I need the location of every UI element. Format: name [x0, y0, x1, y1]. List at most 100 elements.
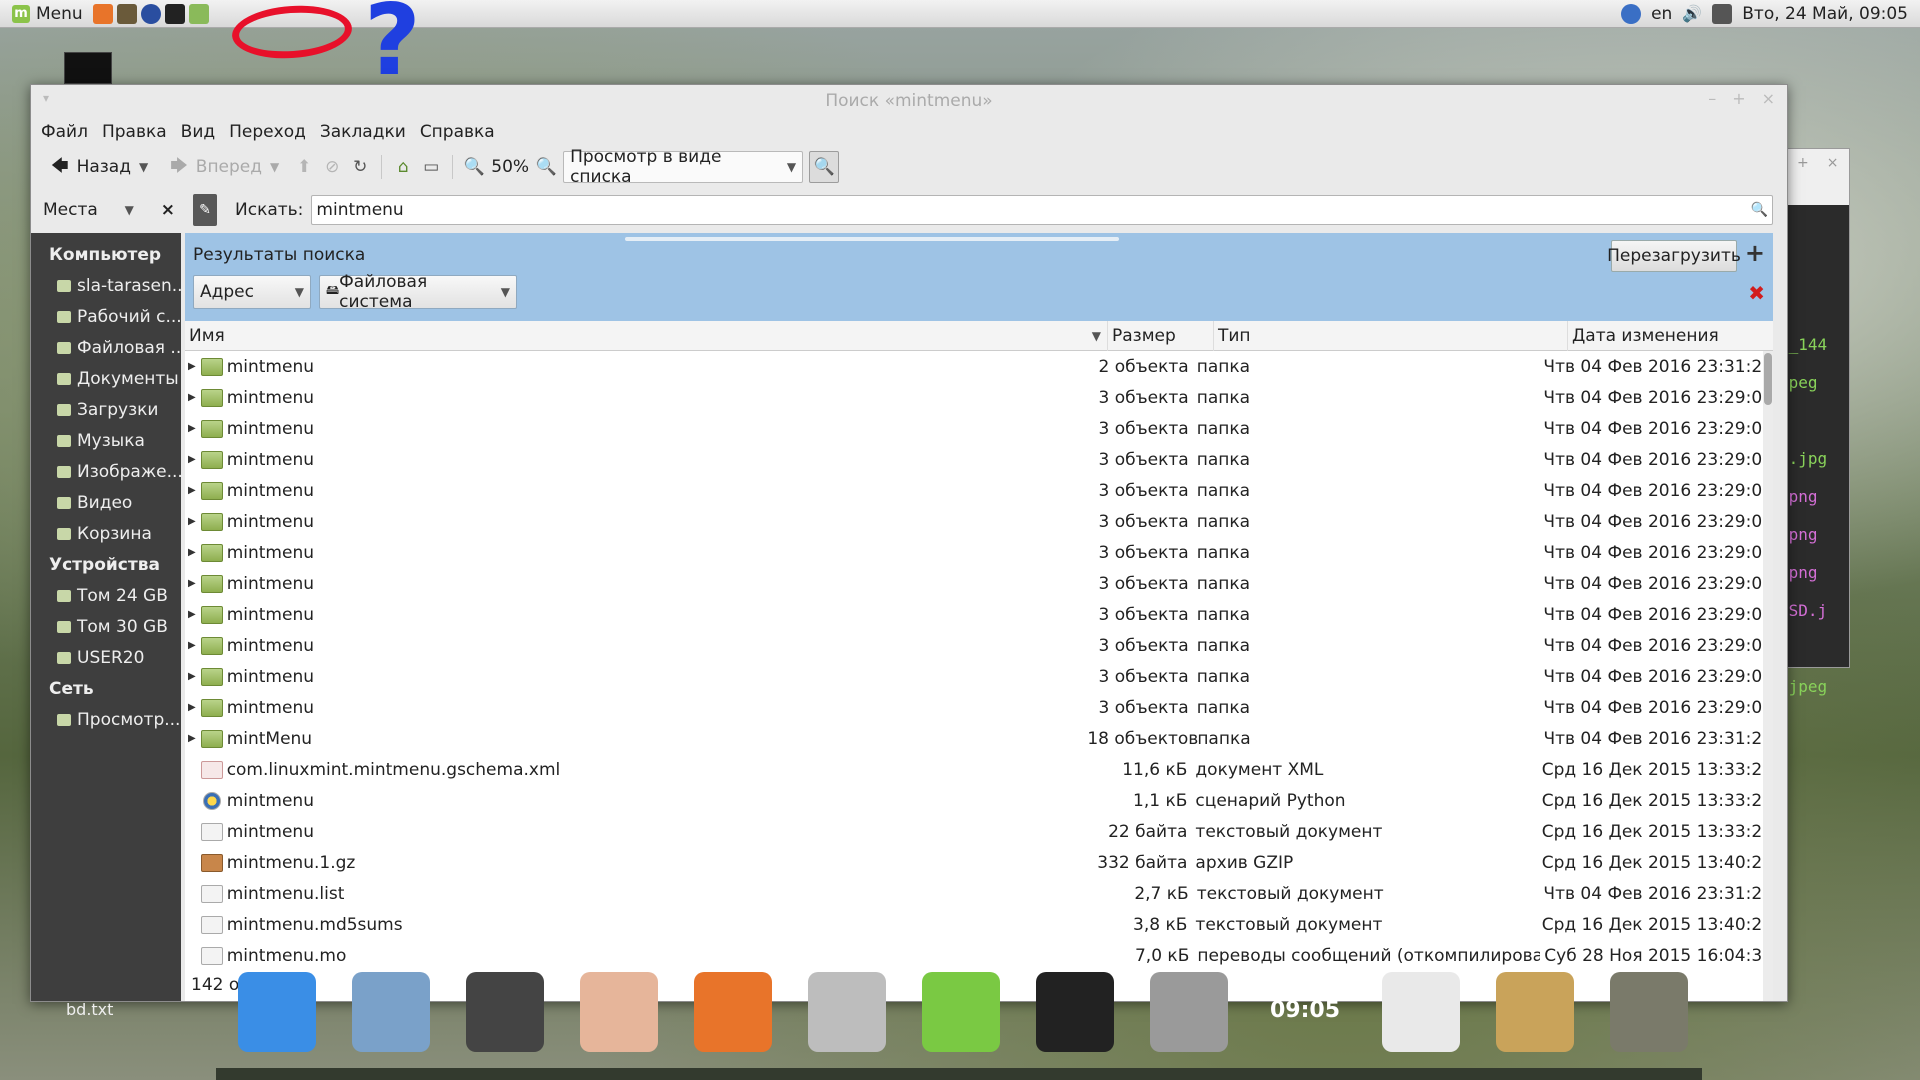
menu-view[interactable]: Вид [179, 122, 217, 142]
start-menu-button[interactable]: m Menu [0, 0, 91, 28]
table-row[interactable]: ▶ mintmenu 3 объекта папка Чтв 04 Фев 2016 2… [185, 568, 1773, 599]
table-row[interactable]: mintmenu.mo 7,0 кБ переводы сообщений (отк… [185, 940, 1773, 971]
sidebar-item[interactable]: Документы [31, 363, 181, 394]
dock-drive-icon[interactable] [808, 972, 886, 1052]
clock[interactable]: Вто, 24 Май, 09:05 [1742, 4, 1908, 24]
table-row[interactable]: mintmenu.list 2,7 кБ текстовый документ Чтв… [185, 878, 1773, 909]
terminal-launcher-icon[interactable] [164, 3, 185, 24]
expand-triangle-icon[interactable]: ▶ [185, 361, 199, 372]
dock-files-icon[interactable] [238, 972, 316, 1052]
volume-icon[interactable]: 🔊 [1682, 4, 1702, 23]
criteria-type-combo[interactable]: Адрес ▼ [193, 275, 311, 309]
edit-location-button[interactable]: ✎ [193, 194, 217, 226]
table-row[interactable]: ▶ mintmenu 3 объекта папка Чтв 04 Фев 2016 2… [185, 506, 1773, 537]
up-icon[interactable]: ⬆ [293, 156, 315, 178]
table-row[interactable]: ▶ mintmenu 3 объекта папка Чтв 04 Фев 2016 2… [185, 537, 1773, 568]
expand-triangle-icon[interactable]: ▶ [185, 671, 199, 682]
expand-triangle-icon[interactable]: ▶ [185, 485, 199, 496]
vertical-scrollbar[interactable] [1763, 351, 1773, 1001]
close-sidebar-icon[interactable]: × [161, 200, 175, 220]
column-type[interactable]: Тип [1214, 320, 1568, 351]
maximize-icon[interactable]: + [1732, 89, 1745, 108]
table-row[interactable]: ▶ mintMenu 18 объектов папка Чтв 04 Фев 2016… [185, 723, 1773, 754]
sidebar-item[interactable]: USER20 [31, 642, 181, 673]
expand-triangle-icon[interactable]: ▶ [185, 516, 199, 527]
sidebar-item[interactable]: Рабочий с... [31, 301, 181, 332]
dock-firefox-icon[interactable] [694, 972, 772, 1052]
dock-gimp2-icon[interactable] [1610, 972, 1688, 1052]
dock-shield-icon[interactable] [1382, 972, 1460, 1052]
column-date[interactable]: Дата изменения [1568, 321, 1773, 351]
dock-terminal-icon[interactable] [1036, 972, 1114, 1052]
expand-triangle-icon[interactable]: ▶ [185, 609, 199, 620]
expand-triangle-icon[interactable]: ▶ [185, 733, 199, 744]
expand-triangle-icon[interactable]: ▶ [185, 423, 199, 434]
add-criteria-icon[interactable]: + [1745, 239, 1765, 267]
dock-eye-icon[interactable] [580, 972, 658, 1052]
keyboard-layout[interactable]: en [1651, 4, 1672, 24]
monitor-launcher-icon[interactable] [116, 3, 137, 24]
expand-triangle-icon[interactable]: ▶ [185, 702, 199, 713]
column-size[interactable]: Размер [1108, 320, 1214, 351]
zoom-out-icon[interactable]: 🔍 [463, 156, 485, 178]
menu-file[interactable]: Файл [39, 122, 90, 142]
dock-gimp-icon[interactable] [1496, 972, 1574, 1052]
table-row[interactable]: ▶ mintmenu 3 объекта папка Чтв 04 Фев 2016 2… [185, 661, 1773, 692]
table-row[interactable]: com.linuxmint.mintmenu.gschema.xml 11,6 к… [185, 754, 1773, 785]
stop-icon[interactable]: ⊘ [321, 156, 343, 178]
table-row[interactable]: ▶ mintmenu 3 объекта папка Чтв 04 Фев 2016 2… [185, 692, 1773, 723]
location-combo[interactable]: 🖴 Файловая система ▼ [319, 272, 517, 312]
menu-bookmarks[interactable]: Закладки [318, 122, 408, 142]
sidebar-item[interactable]: Видео [31, 487, 181, 518]
table-row[interactable]: ▶ mintmenu 3 объекта папка Чтв 04 Фев 2016 2… [185, 475, 1773, 506]
close-icon[interactable]: × [1762, 89, 1775, 108]
view-mode-select[interactable]: Просмотр в виде списка ▼ [563, 147, 804, 187]
table-row[interactable]: ▶ mintmenu 3 объекта папка Чтв 04 Фев 2016 2… [185, 630, 1773, 661]
table-row[interactable]: mintmenu.md5sums 3,8 кБ текстовый документ… [185, 909, 1773, 940]
network-icon[interactable] [1712, 3, 1733, 24]
dock-transfer-icon[interactable] [1150, 972, 1228, 1052]
window-menu-icon[interactable]: ▾ [43, 91, 49, 105]
zoom-level[interactable]: 50% [491, 157, 529, 177]
table-row[interactable]: ▶ mintmenu 2 объекта папка Чтв 04 Фев 2016 2… [185, 351, 1773, 382]
dock-video-icon[interactable] [466, 972, 544, 1052]
menu-help[interactable]: Справка [418, 122, 497, 142]
dock-globe-icon[interactable] [922, 972, 1000, 1052]
sidebar-item[interactable]: sla-tarasen... [31, 270, 181, 301]
back-button[interactable]: 🡄 Назад ▼ [43, 149, 156, 186]
remove-criteria-icon[interactable]: ✖ [1748, 281, 1765, 305]
reload-button[interactable]: Перезагрузить [1607, 240, 1741, 272]
desktop-file-label[interactable]: bd.txt [66, 1000, 113, 1019]
sidebar-item[interactable]: Изображе... [31, 456, 181, 487]
desktop-thumbnail[interactable] [64, 52, 112, 84]
menu-edit[interactable]: Правка [100, 122, 169, 142]
chevron-down-icon[interactable]: ▼ [270, 160, 279, 174]
firefox-launcher-icon[interactable] [92, 3, 113, 24]
sidebar-item[interactable]: Файловая ... [31, 332, 181, 363]
menu-go[interactable]: Переход [227, 122, 308, 142]
expand-triangle-icon[interactable]: ▶ [185, 547, 199, 558]
places-combo[interactable]: Места ▼ × [37, 200, 181, 220]
browser-launcher-icon[interactable] [140, 3, 161, 24]
table-row[interactable]: mintmenu 1,1 кБ сценарий Python Срд 16 Дек … [185, 785, 1773, 816]
expand-triangle-icon[interactable]: ▶ [185, 392, 199, 403]
computer-icon[interactable]: ▭ [420, 156, 442, 178]
table-row[interactable]: ▶ mintmenu 3 объекта папка Чтв 04 Фев 2016 2… [185, 444, 1773, 475]
sidebar-item[interactable]: Загрузки [31, 394, 181, 425]
search-input[interactable]: mintmenu 🔍 [311, 195, 1773, 225]
sidebar-item[interactable]: Том 24 GB [31, 580, 181, 611]
installer-launcher-icon[interactable] [188, 3, 209, 24]
dock-thunderbird-icon[interactable] [352, 972, 430, 1052]
minimize-icon[interactable]: – [1708, 89, 1716, 108]
table-row[interactable]: mintmenu.1.gz 332 байта архив GZIP Срд 16 Д… [185, 847, 1773, 878]
expand-triangle-icon[interactable]: ▶ [185, 578, 199, 589]
update-icon[interactable] [1621, 3, 1642, 24]
chevron-down-icon[interactable]: ▼ [139, 160, 148, 174]
search-toggle-button[interactable]: 🔍 [809, 151, 840, 183]
forward-button[interactable]: 🡆 Вперед ▼ [162, 149, 287, 186]
scrollbar-thumb[interactable] [1764, 353, 1772, 405]
sidebar-item[interactable]: Корзина [31, 518, 181, 549]
titlebar[interactable]: ▾ Поиск «mintmenu» – + × [31, 85, 1787, 117]
reload-icon[interactable]: ↻ [349, 156, 371, 178]
sidebar-item[interactable]: Музыка [31, 425, 181, 456]
